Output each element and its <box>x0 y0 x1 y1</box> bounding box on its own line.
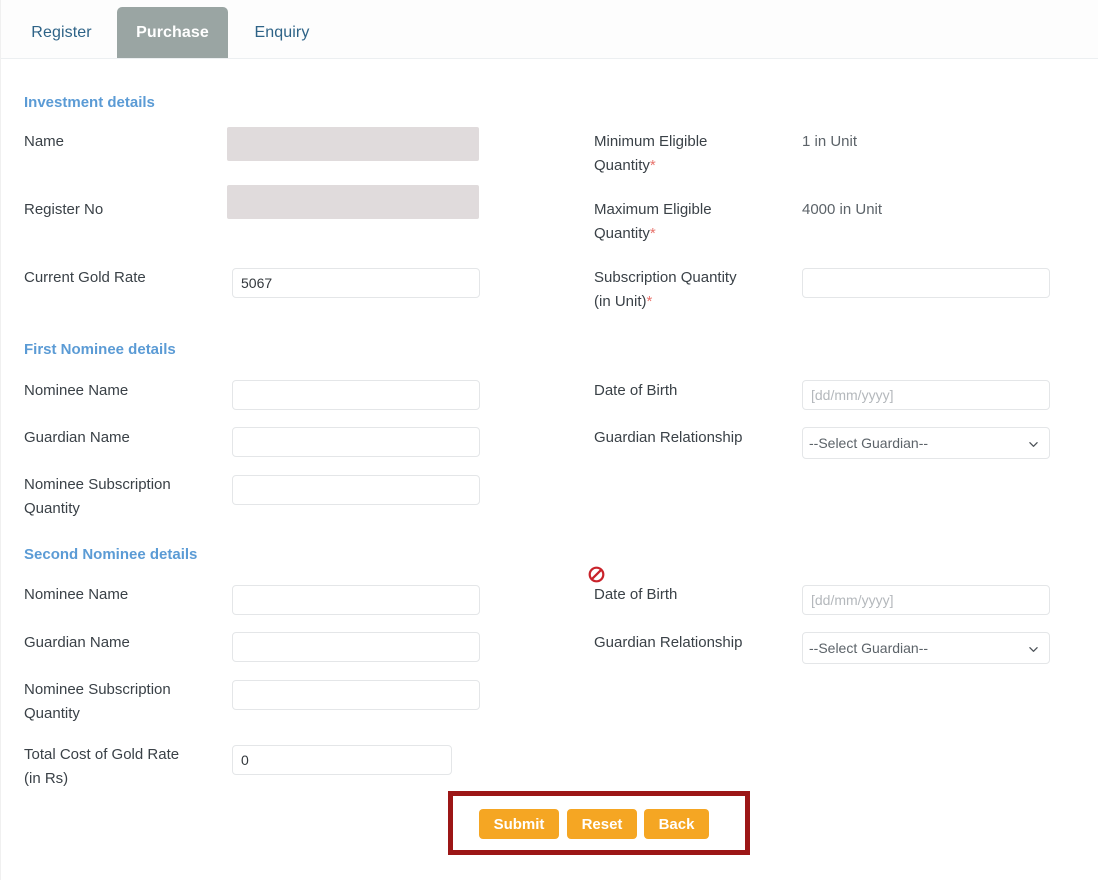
purchase-form-page: Register Purchase Enquiry Investment det… <box>0 0 1098 880</box>
section-title-investment: Investment details <box>24 94 155 111</box>
first-guardian-name-input[interactable] <box>232 427 480 457</box>
tab-register[interactable]: Register <box>17 7 106 58</box>
first-date-of-birth-input[interactable] <box>802 380 1050 410</box>
second-date-of-birth-input[interactable] <box>802 585 1050 615</box>
section-title-second-nominee: Second Nominee details <box>24 546 198 563</box>
label-second-guardian-name: Guardian Name <box>24 634 130 651</box>
label-subscription-quantity: Subscription Quantity (in Unit)* <box>594 266 737 314</box>
label-maximum-eligible-quantity: Maximum Eligible Quantity* <box>594 198 712 246</box>
second-guardian-relationship-wrapper: --Select Guardian-- <box>802 632 1050 664</box>
label-minimum-eligible-quantity: Minimum Eligible Quantity* <box>594 130 707 178</box>
label-total-cost-of-gold-rate: Total Cost of Gold Rate (in Rs) <box>24 746 180 787</box>
required-asterisk-subscription-qty: * <box>646 293 653 310</box>
label-first-guardian-name: Guardian Name <box>24 429 130 446</box>
subscription-quantity-input[interactable] <box>802 268 1050 298</box>
label-current-gold-rate: Current Gold Rate <box>24 269 146 286</box>
label-subscription-quantity-text: Subscription Quantity (in Unit) <box>594 269 737 310</box>
label-first-date-of-birth: Date of Birth <box>594 382 678 399</box>
first-guardian-relationship-select[interactable]: --Select Guardian-- <box>802 427 1050 459</box>
tab-bar: Register Purchase Enquiry <box>1 0 1098 59</box>
section-title-first-nominee: First Nominee details <box>24 341 176 358</box>
first-nominee-subscription-quantity-input[interactable] <box>232 475 480 505</box>
second-guardian-relationship-select[interactable]: --Select Guardian-- <box>802 632 1050 664</box>
label-second-date-of-birth: Date of Birth <box>594 586 678 603</box>
name-input[interactable] <box>227 127 479 161</box>
second-nominee-subscription-quantity-input[interactable] <box>232 680 480 710</box>
register-no-input[interactable] <box>227 185 479 219</box>
reset-button[interactable]: Reset <box>567 809 637 839</box>
current-gold-rate-input[interactable] <box>232 268 480 298</box>
value-maximum-eligible-quantity: 4000 in Unit <box>802 201 883 218</box>
label-first-nominee-name: Nominee Name <box>24 382 129 399</box>
required-asterisk-min-qty: * <box>649 157 656 174</box>
label-first-guardian-relationship: Guardian Relationship <box>594 429 743 446</box>
first-nominee-name-input[interactable] <box>232 380 480 410</box>
form-area: Investment details Name Register No Curr… <box>1 59 1098 880</box>
label-second-nominee-name: Nominee Name <box>24 586 129 603</box>
value-minimum-eligible-quantity: 1 in Unit <box>802 133 858 150</box>
label-name: Name <box>24 133 65 150</box>
submit-button[interactable]: Submit <box>479 809 559 839</box>
label-second-nominee-subscription-quantity: Nominee Subscription Quantity <box>24 681 171 722</box>
label-first-nominee-subscription-quantity: Nominee Subscription Quantity <box>24 476 171 517</box>
back-button[interactable]: Back <box>644 809 709 839</box>
required-asterisk-max-qty: * <box>649 225 656 242</box>
total-cost-of-gold-rate-input[interactable] <box>232 745 452 775</box>
label-second-guardian-relationship: Guardian Relationship <box>594 634 743 651</box>
tab-enquiry[interactable]: Enquiry <box>239 7 325 58</box>
label-register-no: Register No <box>24 201 104 218</box>
second-nominee-name-input[interactable] <box>232 585 480 615</box>
no-entry-cursor-icon <box>588 566 605 583</box>
tab-purchase[interactable]: Purchase <box>117 7 228 58</box>
first-guardian-relationship-wrapper: --Select Guardian-- <box>802 427 1050 459</box>
second-guardian-name-input[interactable] <box>232 632 480 662</box>
